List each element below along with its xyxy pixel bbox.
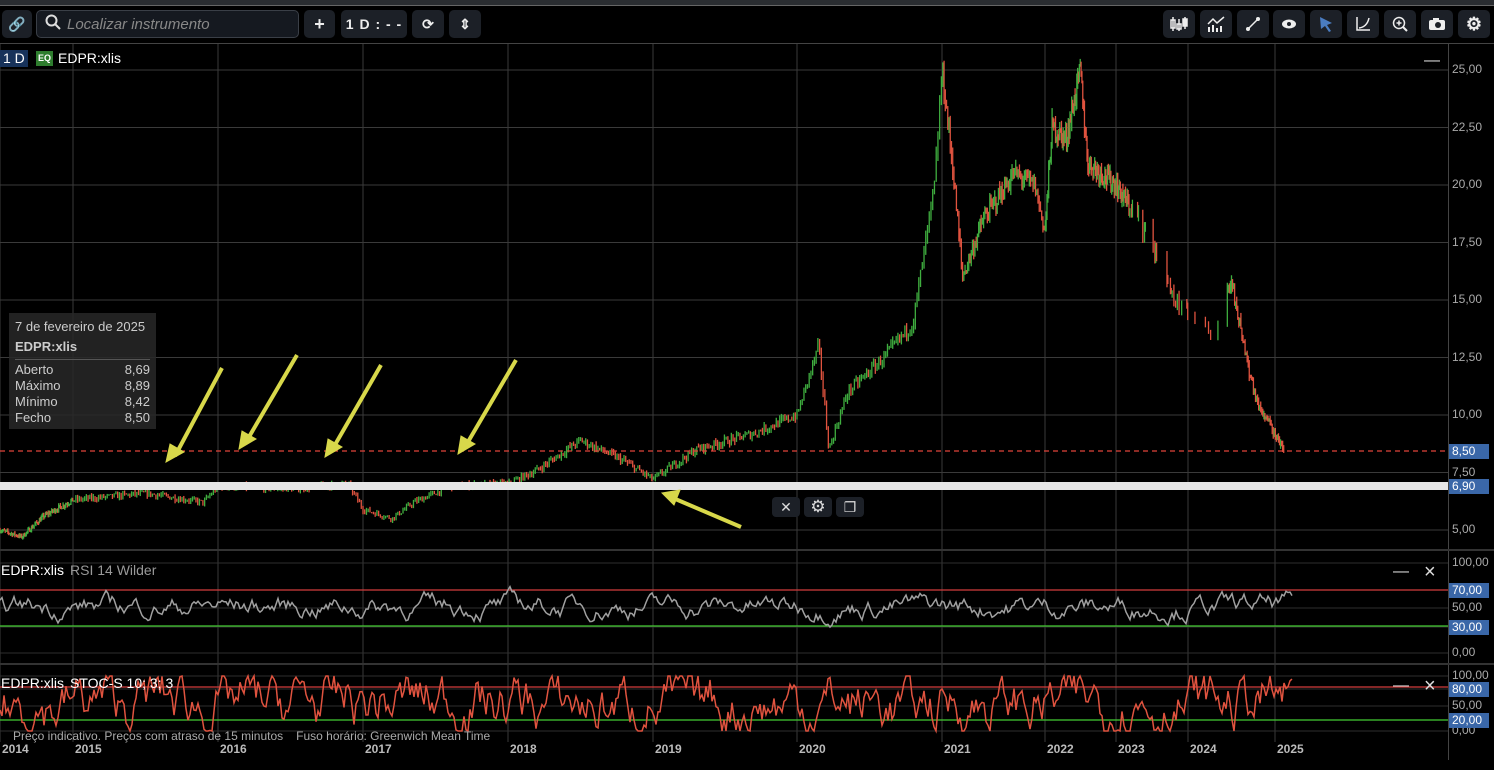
chart-canvas[interactable] <box>0 0 1494 770</box>
equity-badge: EQ <box>36 51 53 66</box>
year-axis-label: 2016 <box>220 742 247 756</box>
stoch-line <box>0 673 1293 734</box>
year-axis-label: 2018 <box>510 742 537 756</box>
value: 8,89 <box>124 378 150 393</box>
arrow-annotation <box>238 353 299 450</box>
price-axis-label: 5,00 <box>1452 522 1476 536</box>
price-axis-label: 15,00 <box>1452 292 1483 306</box>
value-badge-stoch-hi: 80,00 <box>1449 682 1489 697</box>
price-axis-label: 17,50 <box>1452 234 1483 249</box>
footer-note: Preço indicativo. Preços com atraso de 1… <box>13 729 490 743</box>
rsi-symbol: EDPR:xlis <box>1 562 65 578</box>
delete-drawing-button[interactable]: ✕ <box>772 497 800 517</box>
value: 8,69 <box>124 362 150 377</box>
value-badge-rsi-lo: 30,00 <box>1449 620 1489 635</box>
rsi-axis-label: 50,00 <box>1452 600 1483 614</box>
value-badge-line: 6,90 <box>1449 479 1489 494</box>
year-axis-label: 2021 <box>944 742 971 756</box>
annotation-arrows <box>165 353 742 529</box>
year-axis-label: 2014 <box>2 742 29 756</box>
price-axis-label: 10,00 <box>1452 407 1483 421</box>
year-axis-label: 2017 <box>365 742 392 756</box>
arrow-annotation <box>660 489 742 529</box>
stoch-title: EDPR:xlis STOC-S 10; 3; 3 <box>1 675 173 691</box>
tooltip-symbol: EDPR:xlis <box>15 339 78 354</box>
year-axis-label: 2025 <box>1277 742 1304 756</box>
year-axis-label: 2024 <box>1190 742 1217 756</box>
tooltip-row-low: Mínimo 8,42 <box>15 394 150 410</box>
arrow-annotation <box>324 364 383 458</box>
price-axis-label: 22,50 <box>1452 119 1483 134</box>
ohlc-tooltip: 7 de fevereiro de 2025 EDPR:xlis Aberto 8… <box>9 313 156 429</box>
stoch-axis-label: 100,00 <box>1452 668 1489 682</box>
rsi-axis-label: 0,00 <box>1452 645 1476 659</box>
year-axis-label: 2019 <box>655 742 682 756</box>
tooltip-row-high: Máximo 8,89 <box>15 378 150 394</box>
value-badge-rsi-hi: 70,00 <box>1449 583 1489 598</box>
year-axis-label: 2023 <box>1118 742 1145 756</box>
interval-badge: 1 D <box>0 50 28 67</box>
rsi-line <box>0 585 1293 629</box>
rsi-name: RSI 14 Wilder <box>70 562 157 578</box>
stoch-name: STOC-S 10; 3; 3 <box>70 675 174 691</box>
year-axis-label: 2022 <box>1047 742 1074 756</box>
price-axis-label: 20,00 <box>1452 177 1483 191</box>
price-axis-label: 12,50 <box>1452 349 1483 364</box>
rsi-minimize-button[interactable]: — <box>1393 563 1409 581</box>
rsi-title: EDPR:xlis RSI 14 Wilder <box>1 562 156 578</box>
price-axis-label: 25,00 <box>1452 62 1483 76</box>
year-axis-label: 2015 <box>75 742 102 756</box>
year-axis-label: 2020 <box>799 742 826 756</box>
value-badge-stoch-lo: 20,00 <box>1449 713 1489 728</box>
drawing-settings-button[interactable]: ⚙ <box>804 497 832 517</box>
rsi-close-button[interactable]: × <box>1424 562 1436 582</box>
tooltip-date: 7 de fevereiro de 2025 <box>15 319 146 334</box>
stoch-minimize-button[interactable]: — <box>1393 677 1409 695</box>
stoch-close-button[interactable]: × <box>1424 676 1436 696</box>
tooltip-row-open: Aberto 8,69 <box>15 362 150 378</box>
arrow-annotation <box>457 358 518 455</box>
stoch-axis-label: 50,00 <box>1452 698 1483 712</box>
label: Mínimo <box>15 394 58 409</box>
symbol-title: EDPR:xlis <box>58 50 122 66</box>
minimize-main-panel[interactable]: — <box>1424 52 1440 70</box>
clone-drawing-button[interactable]: ❐ <box>836 497 864 517</box>
tooltip-row-close: Fecho 8,50 <box>15 410 150 426</box>
value: 8,50 <box>124 410 150 425</box>
price-axis-label: 7,50 <box>1452 464 1476 479</box>
horizontal-line-drawing[interactable] <box>0 482 1448 490</box>
value: 8,42 <box>124 394 150 409</box>
label: Aberto <box>15 362 54 377</box>
label: Máximo <box>15 378 61 393</box>
stoch-symbol: EDPR:xlis <box>1 675 65 691</box>
timezone-note: Fuso horário: Greenwich Mean Time <box>296 729 491 743</box>
value-badge-last: 8,50 <box>1449 444 1489 459</box>
delay-note: Preço indicativo. Preços com atraso de 1… <box>13 729 284 743</box>
panel-divider <box>0 663 1494 665</box>
panel-divider <box>0 549 1494 551</box>
rsi-axis-label: 100,00 <box>1452 555 1489 569</box>
label: Fecho <box>15 410 52 425</box>
